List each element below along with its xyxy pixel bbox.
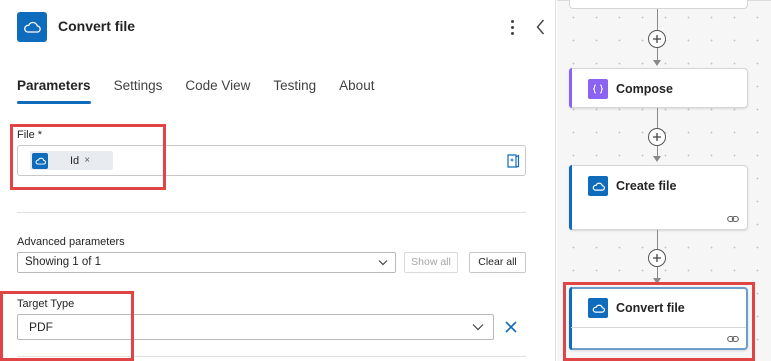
advanced-parameters-select[interactable]: Showing 1 of 1 bbox=[17, 252, 396, 273]
card-accent-bar bbox=[569, 68, 572, 108]
flow-card-create-file[interactable]: Create file bbox=[569, 165, 748, 230]
target-type-label: Target Type bbox=[17, 298, 75, 310]
section-divider bbox=[17, 356, 526, 357]
tab-code-view[interactable]: Code View bbox=[185, 78, 250, 106]
target-type-select[interactable]: PDF bbox=[17, 314, 494, 340]
connector-line bbox=[657, 230, 658, 249]
arrow-down-icon bbox=[653, 156, 661, 162]
panel-title: Convert file bbox=[58, 18, 136, 34]
token-label: Id bbox=[70, 154, 80, 167]
clear-all-button[interactable]: Clear all bbox=[469, 252, 526, 273]
dynamic-content-icon[interactable] bbox=[506, 153, 520, 169]
cloud-icon bbox=[32, 152, 48, 169]
tab-about[interactable]: About bbox=[339, 78, 374, 106]
action-details-panel: Convert file Parameters Settings Code Vi… bbox=[0, 0, 556, 361]
advanced-parameters-label: Advanced parameters bbox=[17, 236, 125, 248]
card-accent-bar bbox=[569, 165, 572, 230]
cloud-icon bbox=[588, 298, 608, 318]
chevron-left-icon[interactable] bbox=[534, 16, 548, 38]
tab-parameters[interactable]: Parameters bbox=[17, 78, 91, 106]
flow-card-compose[interactable]: Compose bbox=[569, 68, 748, 108]
card-title: Convert file bbox=[616, 301, 685, 315]
chevron-down-icon bbox=[472, 324, 484, 331]
section-divider bbox=[17, 212, 526, 213]
tab-settings[interactable]: Settings bbox=[114, 78, 163, 106]
flow-card-previous[interactable] bbox=[569, 0, 748, 9]
tab-testing[interactable]: Testing bbox=[273, 78, 316, 106]
card-divider bbox=[571, 327, 746, 328]
cloud-icon bbox=[588, 176, 608, 196]
panel-header: Convert file bbox=[17, 12, 547, 42]
link-icon bbox=[727, 215, 739, 223]
arrow-down-icon bbox=[653, 60, 661, 66]
connector-line bbox=[657, 108, 658, 128]
cloud-icon bbox=[17, 12, 47, 42]
advanced-parameters-value: Showing 1 of 1 bbox=[25, 256, 102, 268]
target-type-value: PDF bbox=[29, 320, 53, 334]
dynamic-token[interactable]: Id × bbox=[30, 151, 113, 170]
close-icon[interactable] bbox=[504, 320, 518, 334]
chevron-down-icon bbox=[378, 260, 388, 266]
plus-icon[interactable] bbox=[648, 30, 666, 48]
panel-tabs: Parameters Settings Code View Testing Ab… bbox=[17, 78, 397, 106]
arrow-down-icon bbox=[653, 278, 661, 284]
file-input[interactable]: Id × bbox=[17, 145, 526, 176]
connector-line bbox=[657, 9, 658, 30]
card-accent-bar bbox=[569, 287, 572, 350]
token-remove-icon[interactable]: × bbox=[84, 155, 90, 166]
compose-icon bbox=[588, 79, 608, 99]
card-title: Create file bbox=[616, 179, 677, 193]
more-vertical-icon[interactable] bbox=[505, 15, 519, 39]
show-all-button[interactable]: Show all bbox=[404, 252, 458, 273]
plus-icon[interactable] bbox=[648, 128, 666, 146]
card-title: Compose bbox=[616, 82, 673, 96]
plus-icon[interactable] bbox=[648, 249, 666, 267]
flow-card-convert-file[interactable]: Convert file bbox=[569, 287, 748, 350]
file-field-label: File * bbox=[17, 129, 43, 141]
link-icon bbox=[727, 335, 739, 343]
